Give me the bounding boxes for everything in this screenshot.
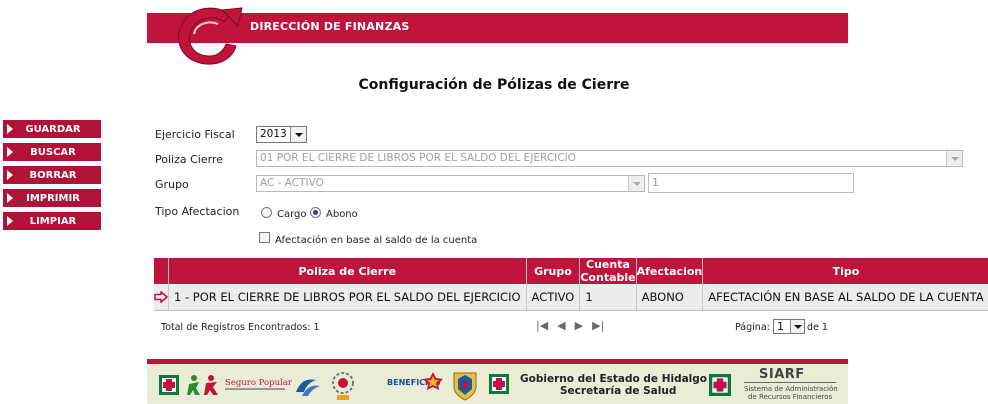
- cell-grupo: ACTIVO: [526, 284, 581, 311]
- col-grupo[interactable]: Grupo: [526, 258, 581, 284]
- ejercicio-value: 2013: [260, 128, 287, 140]
- page-of: de 1: [807, 322, 828, 333]
- col-poliza[interactable]: Poliza de Cierre: [168, 258, 527, 284]
- health-cross-logo-icon: [159, 375, 179, 395]
- star-logo-icon: [423, 372, 443, 390]
- finance-logo-icon: [178, 7, 243, 65]
- page-title: Configuración de Pólizas de Cierre: [358, 77, 630, 93]
- chevron-down-icon[interactable]: [628, 176, 644, 191]
- clear-button[interactable]: LIMPIAR: [3, 212, 101, 230]
- prev-page-icon[interactable]: ◀: [557, 319, 565, 332]
- page-select[interactable]: 1: [773, 319, 805, 334]
- clear-button-label: LIMPIAR: [29, 215, 77, 227]
- col-tipo[interactable]: Tipo: [702, 258, 988, 284]
- cargo-radio[interactable]: [261, 207, 272, 218]
- page-label: Página:: [735, 322, 770, 333]
- cell-tipo: AFECTACIÓN EN BASE AL SALDO DE LA CUENTA: [702, 284, 988, 311]
- table-header-row: Poliza de Cierre Grupo Cuenta Contable A…: [154, 258, 988, 284]
- seguro-popular-underline: [225, 388, 285, 390]
- last-page-icon[interactable]: ▶|: [592, 319, 604, 332]
- col-selector: [154, 258, 169, 284]
- first-page-icon[interactable]: |◀: [536, 319, 548, 332]
- people-logo-icon: [187, 375, 218, 395]
- poliza-value: 01 POR EL CIERRE DE LIBROS POR EL SALDO …: [260, 152, 576, 164]
- grupo-label: Grupo: [155, 178, 189, 191]
- cell-cuenta: 1: [579, 284, 637, 311]
- siarf-subtitle-2: de Recursos Financieros: [748, 393, 833, 401]
- afectacion-saldo-label: Afectación en base al saldo de la cuenta: [275, 235, 478, 246]
- table-row[interactable]: 1 - POR EL CIERRE DE LIBROS POR EL SALDO…: [154, 284, 988, 311]
- footer-logos: Seguro Popular BENEFICIOS Gobierno del E…: [147, 364, 848, 404]
- ejercicio-label: Ejercicio Fiscal: [155, 128, 235, 141]
- tipo-afectacion-label: Tipo Afectacion: [155, 205, 240, 218]
- cell-afectacion: ABONO: [636, 284, 704, 311]
- chevron-down-icon[interactable]: [290, 127, 306, 142]
- col-cuenta[interactable]: Cuenta Contable: [579, 258, 637, 284]
- gobierno-title: Gobierno del Estado de Hidalgo: [520, 373, 708, 385]
- grupo-value: AC - ACTIVO: [260, 177, 324, 189]
- pager-nav: |◀ ◀ ▶ ▶|: [536, 319, 604, 332]
- total-records: Total de Registros Encontrados: 1: [161, 322, 320, 333]
- print-button[interactable]: IMPRIMIR: [3, 189, 101, 207]
- delete-button[interactable]: BORRAR: [3, 166, 101, 184]
- abono-label: Abono: [326, 209, 358, 220]
- health-cross-logo-icon: [709, 374, 731, 396]
- secretaria-title: Secretaría de Salud: [560, 385, 677, 397]
- siarf-divider: [744, 382, 836, 383]
- poliza-label: Poliza Cierre: [155, 153, 223, 166]
- grupo-code-input[interactable]: 1: [648, 173, 854, 193]
- arrow-right-icon: [154, 291, 168, 304]
- delete-button-label: BORRAR: [29, 169, 77, 181]
- search-button-label: BUSCAR: [30, 146, 76, 158]
- cargo-label: Cargo: [277, 209, 307, 220]
- grupo-select[interactable]: AC - ACTIVO: [256, 175, 645, 192]
- siarf-subtitle-1: Sistema de Administración: [744, 385, 838, 393]
- chevron-down-icon[interactable]: [790, 320, 804, 333]
- health-cross-logo-icon: [489, 374, 509, 394]
- abono-radio[interactable]: [310, 207, 321, 218]
- row-selector[interactable]: [154, 284, 169, 311]
- social-security-logo-icon: [296, 379, 320, 396]
- col-afectacion[interactable]: Afectacion: [636, 258, 704, 284]
- print-button-label: IMPRIMIR: [26, 192, 80, 204]
- header-title: DIRECCIÓN DE FINANZAS: [250, 20, 410, 33]
- coat-of-arms-icon: [453, 372, 477, 401]
- afectacion-saldo-checkbox[interactable]: [259, 232, 270, 243]
- polizas-table: Poliza de Cierre Grupo Cuenta Contable A…: [154, 258, 988, 311]
- poliza-select[interactable]: 01 POR EL CIERRE DE LIBROS POR EL SALDO …: [256, 150, 963, 167]
- search-button[interactable]: BUSCAR: [3, 143, 101, 161]
- cell-poliza: 1 - POR EL CIERRE DE LIBROS POR EL SALDO…: [168, 284, 527, 311]
- ejercicio-select[interactable]: 2013: [256, 126, 307, 143]
- chevron-down-icon[interactable]: [946, 151, 962, 166]
- siarf-logo-text: SIARF: [759, 367, 805, 382]
- save-button-label: GUARDAR: [25, 123, 81, 135]
- save-button[interactable]: GUARDAR: [3, 120, 101, 138]
- seguro-popular-text: Seguro Popular: [225, 378, 292, 388]
- page-value: 1: [777, 320, 784, 333]
- next-page-icon[interactable]: ▶: [575, 319, 583, 332]
- dif-logo-icon: [332, 372, 354, 400]
- sidebar: GUARDAR BUSCAR BORRAR IMPRIMIR LIMPIAR: [3, 120, 101, 235]
